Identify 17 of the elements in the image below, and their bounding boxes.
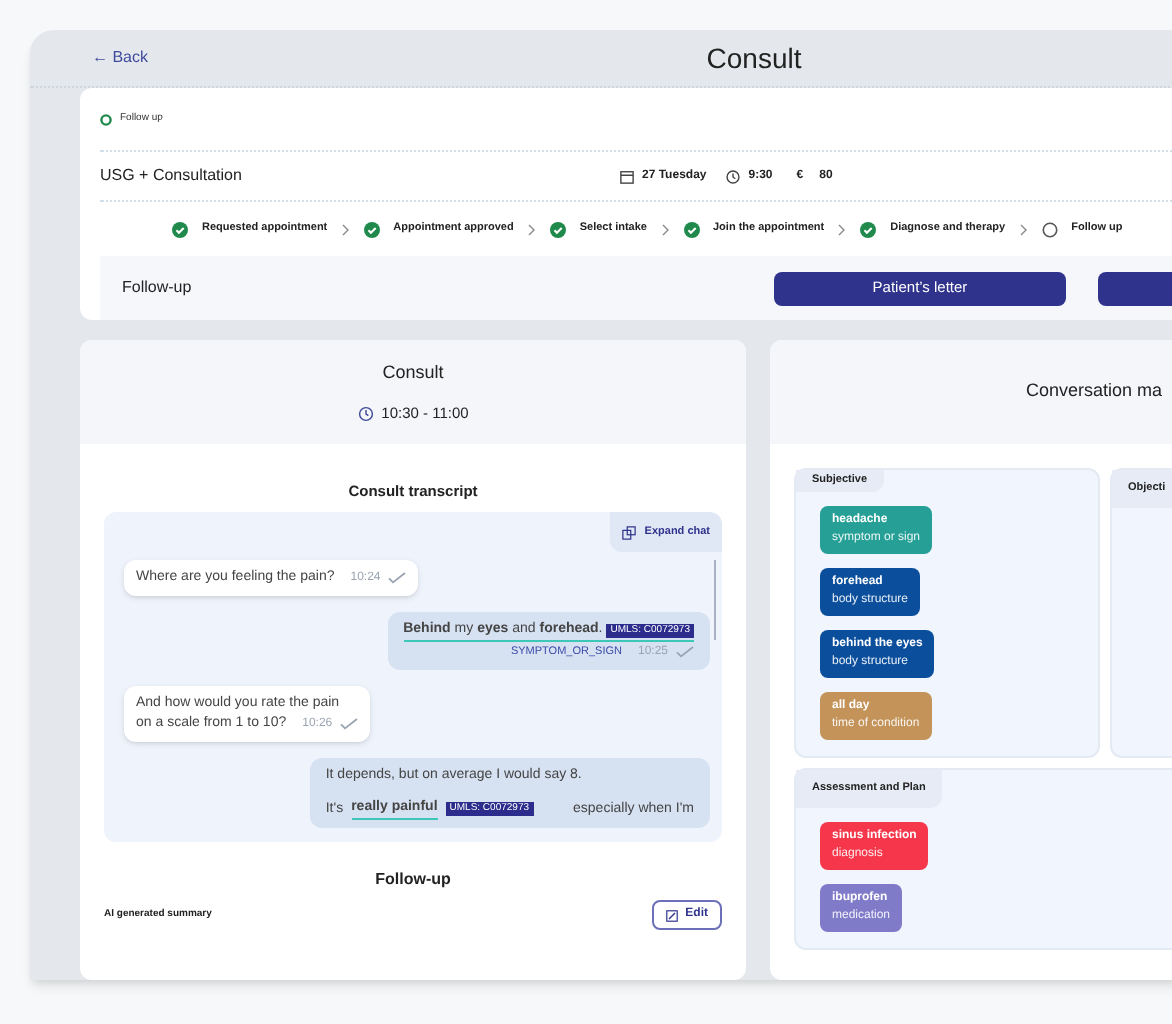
expand-icon bbox=[622, 525, 637, 540]
clock-icon bbox=[726, 169, 741, 183]
card-title: Consult bbox=[382, 359, 444, 386]
panel-title: Follow-up bbox=[122, 276, 194, 300]
chevron-right-icon bbox=[1019, 223, 1028, 235]
section-title: Follow-up bbox=[375, 868, 451, 893]
clock-icon bbox=[357, 405, 374, 422]
chevron-right-icon bbox=[838, 223, 847, 235]
back-link[interactable]: ← Back bbox=[92, 46, 149, 70]
calendar-icon bbox=[620, 169, 634, 183]
chevron-right-icon bbox=[527, 223, 536, 235]
chevron-right-icon bbox=[341, 223, 350, 235]
card-title: Conversation ma bbox=[1026, 378, 1163, 405]
page-title: Consult bbox=[706, 39, 802, 77]
edit-icon bbox=[665, 909, 678, 922]
chevron-right-icon bbox=[661, 223, 669, 235]
appointment-name: USG + Consultation bbox=[100, 164, 244, 188]
